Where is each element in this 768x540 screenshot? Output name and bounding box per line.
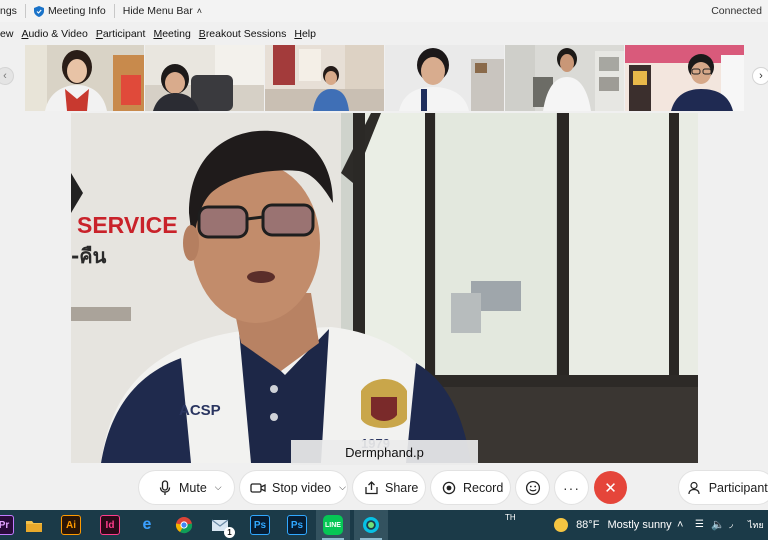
reactions-button[interactable] (516, 471, 549, 504)
meeting-controls: Mute ⌵ Stop video ⌵ Share Record ··· ✕ P… (0, 469, 768, 507)
participant-thumbnail[interactable] (625, 45, 744, 111)
indesign-icon[interactable]: Id (100, 515, 120, 535)
menu-accel: P (95, 28, 103, 40)
participant-video (505, 45, 624, 111)
participant-video (25, 45, 144, 111)
settings-label: ngs (0, 5, 17, 17)
menu-accel: M (153, 28, 163, 40)
menu-participant[interactable]: Participant (96, 28, 146, 40)
settings-menu[interactable]: ngs (0, 0, 17, 22)
menu-accel: H (294, 28, 302, 40)
meeting-top-bar: ngs Meeting Info Hide Menu Bar ˄ Connect… (0, 0, 768, 22)
weather-label: Mostly sunny (607, 519, 672, 531)
weather-widget[interactable]: 88°F Mostly sunny (554, 510, 672, 540)
sun-icon (554, 518, 568, 533)
microphone-icon (157, 479, 173, 496)
share-icon (363, 480, 379, 496)
chevron-up-icon: ˄ (196, 6, 203, 16)
menu-view[interactable]: ew (0, 28, 13, 40)
file-explorer-icon[interactable] (24, 515, 44, 535)
participant-thumbnail[interactable] (505, 45, 624, 111)
scroll-left-arrow-icon[interactable]: ‹ (0, 67, 14, 85)
participant-thumbnail[interactable] (265, 45, 384, 111)
show-hidden-icons-chevron-icon[interactable]: ˄ (677, 510, 683, 540)
leave-meeting-button[interactable]: ✕ (594, 471, 627, 504)
video-camera-icon (250, 480, 266, 496)
edge-icon[interactable]: e (137, 515, 157, 535)
record-label: Record (463, 480, 504, 495)
participant-video (385, 45, 504, 111)
speaker-video-frame: SERVICE -คืน 1979 ACSP (71, 113, 698, 463)
share-label: Share (385, 480, 419, 495)
participant-thumbnail-strip: ‹ › (0, 45, 768, 111)
participant-video (625, 45, 744, 111)
line-app-active[interactable]: LINE (316, 510, 350, 540)
person-icon (688, 480, 703, 496)
shirt-acsp-text: ACSP (179, 402, 221, 419)
participant-video (145, 45, 264, 111)
connection-status: Connected (711, 5, 762, 17)
menu-help[interactable]: Help (294, 28, 316, 40)
close-icon: ✕ (604, 479, 617, 497)
menu-audio-video[interactable]: Audio & Video (21, 28, 87, 40)
premiere-icon[interactable]: Pr (0, 515, 14, 535)
menu-bar: ew Audio & Video Participant Meeting Bre… (0, 24, 324, 44)
speaker-name-label: Dermphand.p (291, 440, 478, 465)
participant-thumbnail[interactable] (25, 45, 144, 111)
stop-video-label: Stop video (272, 480, 332, 495)
temperature-label: 88°F (576, 519, 600, 531)
hide-menu-bar-label: Hide Menu Bar (122, 5, 193, 17)
menu-label: elp (301, 28, 316, 40)
wall-thai-text: -คืน (71, 244, 107, 268)
chrome-icon[interactable] (174, 515, 194, 535)
ime-language[interactable]: ไทย (748, 510, 764, 540)
menu-label: ew (0, 28, 14, 40)
menu-breakout-sessions[interactable]: Breakout Sessions (199, 28, 287, 40)
line-icon: LINE (323, 515, 343, 535)
mail-badge: 1 (224, 527, 235, 538)
stop-video-button[interactable]: Stop video ⌵ (240, 471, 347, 504)
webex-app-active[interactable] (354, 510, 388, 540)
illustrator-icon[interactable]: Ai (61, 515, 81, 535)
more-options-button[interactable]: ··· (555, 471, 588, 504)
photoshop-icon[interactable]: Ps (250, 515, 270, 535)
participant-video (265, 45, 384, 111)
webex-icon (361, 515, 381, 535)
chevron-down-icon[interactable]: ⌵ (215, 482, 222, 493)
menu-meeting[interactable]: Meeting (153, 28, 190, 40)
speaker-volume-icon[interactable]: 🔈 (711, 510, 725, 540)
network-icon[interactable]: ☰ (695, 510, 704, 540)
smiley-icon (525, 480, 540, 495)
wifi-icon[interactable]: ◞ (729, 510, 733, 540)
active-speaker-video: SERVICE -คืน 1979 ACSP (71, 113, 698, 463)
menu-label: eeting (162, 28, 191, 40)
shield-icon (33, 5, 44, 17)
menu-label: udio & Video (28, 28, 88, 40)
menu-accel: B (198, 28, 206, 40)
divider (113, 4, 115, 18)
record-button[interactable]: Record (431, 471, 510, 504)
menu-label: articipant (102, 28, 146, 40)
participant-thumbnail[interactable] (145, 45, 264, 111)
menu-label: reakout Sessions (205, 28, 287, 40)
meeting-info-button[interactable]: Meeting Info (33, 0, 106, 22)
wall-service-text: SERVICE (77, 212, 178, 238)
mail-icon[interactable]: 1 (211, 515, 235, 538)
scroll-right-arrow-icon[interactable]: › (752, 67, 768, 85)
participants-button[interactable]: Participants (679, 471, 768, 504)
chevron-down-icon[interactable]: ⌵ (339, 482, 346, 493)
mute-button[interactable]: Mute ⌵ (139, 471, 234, 504)
record-icon (441, 480, 457, 496)
windows-taskbar: Pr Ai Id e 1 Ps Ps LINE TH 88°F Mostly s… (0, 510, 768, 540)
photoshop-icon-2[interactable]: Ps (287, 515, 307, 535)
participant-thumbnail[interactable] (385, 45, 504, 111)
participants-label: Participants (708, 480, 768, 495)
mute-label: Mute (179, 480, 207, 495)
meeting-info-label: Meeting Info (47, 5, 106, 17)
divider (24, 4, 26, 18)
more-icon: ··· (563, 479, 580, 496)
share-button[interactable]: Share (353, 471, 425, 504)
input-language[interactable]: TH (505, 510, 516, 540)
hide-menu-bar-button[interactable]: Hide Menu Bar ˄ (123, 0, 202, 22)
